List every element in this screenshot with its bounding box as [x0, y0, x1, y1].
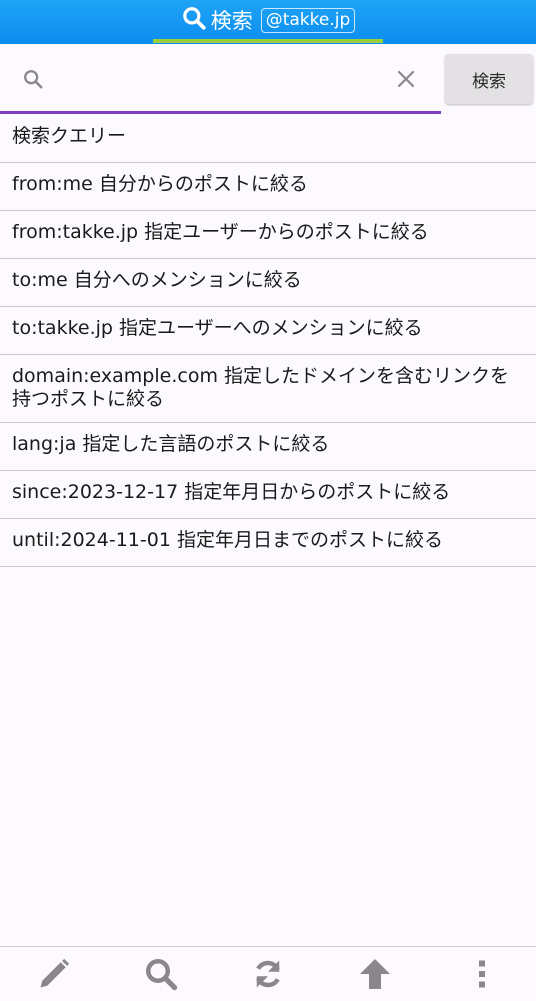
- query-list: 検索クエリー from:me 自分からのポストに絞る from:takke.jp…: [0, 116, 536, 567]
- refresh-icon: [255, 960, 280, 988]
- search-button[interactable]: 検索: [445, 54, 533, 104]
- close-icon[interactable]: [396, 69, 416, 89]
- search-icon: [181, 5, 207, 35]
- list-item[interactable]: to:me 自分へのメンションに絞る: [0, 259, 536, 307]
- compose-button[interactable]: [0, 947, 107, 1001]
- account-badge: @takke.jp: [260, 7, 356, 33]
- list-item[interactable]: domain:example.com 指定したドメインを含むリンクを持つポストに…: [0, 355, 536, 423]
- list-item[interactable]: until:2024-11-01 指定年月日までのポストに絞る: [0, 519, 536, 567]
- app-header: 検索 @takke.jp: [0, 0, 536, 44]
- search-icon: [145, 959, 177, 991]
- more-vertical-icon: [478, 960, 485, 988]
- list-item[interactable]: since:2023-12-17 指定年月日からのポストに絞る: [0, 471, 536, 519]
- search-input[interactable]: [56, 58, 380, 100]
- page-title: 検索: [210, 9, 253, 33]
- list-item[interactable]: to:takke.jp 指定ユーザーへのメンションに絞る: [0, 307, 536, 355]
- search-tab-button[interactable]: [107, 947, 214, 1001]
- list-header: 検索クエリー: [0, 116, 536, 163]
- arrow-up-icon: [359, 959, 390, 989]
- pencil-icon: [40, 958, 69, 988]
- scroll-top-button[interactable]: [321, 947, 428, 1001]
- list-item[interactable]: from:me 自分からのポストに絞る: [0, 163, 536, 211]
- refresh-button[interactable]: [214, 947, 321, 1001]
- search-field-icon: [24, 70, 43, 89]
- more-menu-button[interactable]: [428, 947, 535, 1001]
- list-item[interactable]: from:takke.jp 指定ユーザーからのポストに絞る: [0, 211, 536, 259]
- bottom-toolbar: [0, 946, 536, 1001]
- search-row: 検索: [0, 44, 536, 114]
- header-tab-indicator: [153, 39, 383, 43]
- header-title: 検索 @takke.jp: [181, 5, 356, 35]
- search-box: [0, 44, 441, 114]
- list-item[interactable]: lang:ja 指定した言語のポストに絞る: [0, 423, 536, 471]
